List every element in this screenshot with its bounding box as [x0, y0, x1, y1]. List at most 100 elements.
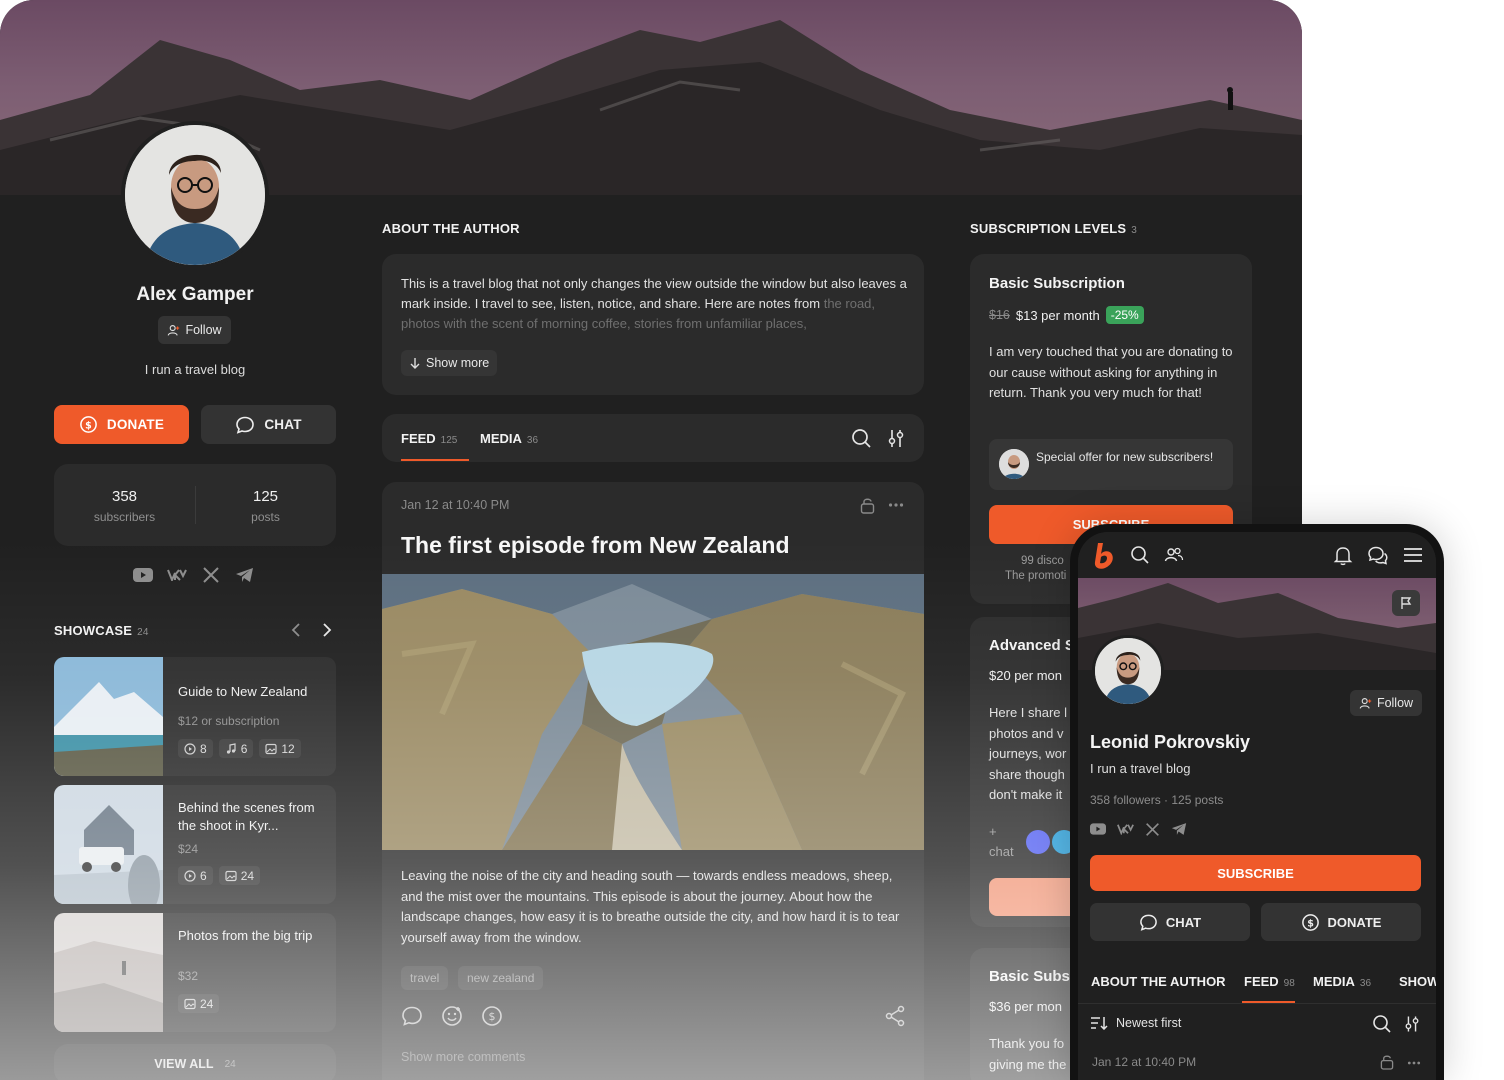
- social-links: [132, 564, 255, 585]
- svg-text:$: $: [489, 1010, 496, 1023]
- search-icon[interactable]: [851, 428, 872, 454]
- tab-about-author[interactable]: ABOUT THE AUTHOR: [1091, 974, 1226, 989]
- vk-icon[interactable]: [166, 564, 187, 585]
- old-price: $16: [989, 308, 1010, 322]
- post-tag[interactable]: new zealand: [458, 966, 544, 990]
- vk-icon[interactable]: [1117, 822, 1134, 842]
- follow-button[interactable]: Follow: [158, 316, 231, 344]
- mobile-device-frame: Follow Leonid Pokrovskiy I run a travel …: [1070, 524, 1444, 1080]
- showcase-item[interactable]: Guide to New Zealand $12 or subscription…: [54, 657, 336, 776]
- image-icon: [265, 743, 277, 754]
- more-dots-icon[interactable]: [1406, 1056, 1422, 1074]
- show-more-comments-link[interactable]: Show more comments: [401, 1050, 525, 1064]
- report-flag-icon[interactable]: [1392, 590, 1420, 616]
- image-count-value: 24: [200, 996, 214, 1011]
- mobile-donate-button[interactable]: $ DONATE: [1261, 903, 1421, 941]
- showcase-item[interactable]: Photos from the big trip $32 24: [54, 913, 336, 1032]
- image-count: 24: [218, 866, 261, 885]
- show-more-label: Show more: [426, 356, 490, 370]
- tab-media-label: MEDIA: [1313, 974, 1355, 989]
- mobile-chat-button[interactable]: CHAT: [1090, 903, 1250, 941]
- subscription-name: Basic Subs: [989, 968, 1070, 985]
- stat-value: 125: [252, 488, 279, 505]
- tab-feed-label: FEED: [1244, 974, 1279, 989]
- chat-button[interactable]: CHAT: [201, 405, 336, 444]
- subscription-name: Basic Subscription: [989, 275, 1125, 292]
- x-icon[interactable]: [200, 564, 221, 585]
- chevron-right-icon[interactable]: [320, 621, 334, 644]
- about-title: ABOUT THE AUTHOR: [382, 221, 520, 236]
- filter-sliders-icon[interactable]: [887, 428, 905, 454]
- audio-count: 6: [218, 739, 254, 758]
- more-dots-icon[interactable]: [888, 498, 904, 517]
- search-icon[interactable]: [1130, 545, 1150, 570]
- chevron-left-icon[interactable]: [289, 621, 303, 644]
- post-tag[interactable]: travel: [401, 966, 449, 990]
- show-more-button[interactable]: Show more: [401, 350, 498, 376]
- telegram-icon[interactable]: [1171, 822, 1187, 842]
- svg-text:$: $: [85, 420, 92, 431]
- svg-text:$: $: [1307, 918, 1314, 929]
- messages-icon[interactable]: [1367, 545, 1388, 571]
- image-icon: [225, 870, 237, 881]
- chat-bubble-icon: [236, 416, 255, 434]
- tab-feed[interactable]: FEED 125: [401, 431, 457, 446]
- about-text: This is a travel blog that not only chan…: [401, 274, 911, 334]
- view-all-button[interactable]: VIEW ALL 24: [54, 1044, 336, 1080]
- tip-coin-icon[interactable]: $: [481, 1005, 503, 1032]
- chat-label: CHAT: [264, 417, 302, 432]
- showcase-title-label: SHOWCASE: [54, 623, 133, 638]
- sort-dropdown[interactable]: Newest first: [1090, 1016, 1181, 1030]
- video-count-value: 6: [200, 868, 207, 883]
- post-date: Jan 12 at 10:40 PM: [401, 498, 510, 512]
- post-image[interactable]: [382, 574, 924, 850]
- brand-logo-icon[interactable]: [1091, 542, 1117, 575]
- coin-icon: $: [80, 416, 97, 433]
- user-plus-icon: [168, 324, 180, 336]
- post-actions: $: [401, 1005, 503, 1032]
- image-count-value: 12: [281, 741, 295, 756]
- add-reaction-icon[interactable]: [441, 1005, 463, 1032]
- mobile-follow-button[interactable]: Follow: [1350, 690, 1422, 716]
- subscriptions-count: 3: [1131, 225, 1137, 236]
- about-panel: This is a travel blog that not only chan…: [382, 254, 924, 395]
- author-avatar[interactable]: [121, 121, 269, 269]
- bell-icon[interactable]: [1333, 545, 1353, 571]
- donate-button[interactable]: $ DONATE: [54, 405, 189, 444]
- tab-media-count: 36: [1359, 978, 1372, 989]
- youtube-icon[interactable]: [132, 564, 153, 585]
- tab-feed-count: 98: [1283, 978, 1295, 989]
- tab-feed[interactable]: FEED 98: [1244, 974, 1295, 989]
- stats-panel: 358 subscribers 125 posts: [54, 464, 336, 546]
- stat-label: posts: [251, 510, 280, 524]
- filter-sliders-icon[interactable]: [1404, 1014, 1420, 1039]
- showcase-item-meta: 8 6 12: [178, 739, 301, 758]
- mobile-subscribe-button[interactable]: SUBSCRIBE: [1090, 855, 1421, 891]
- lock-icon: [1380, 1054, 1394, 1075]
- active-tab-indicator: [401, 459, 469, 461]
- discount-badge: -25%: [1105, 306, 1144, 324]
- tab-media-label: MEDIA: [480, 431, 522, 446]
- showcase-item-title: Guide to New Zealand: [178, 684, 308, 699]
- tab-media[interactable]: MEDIA 36: [1313, 974, 1371, 989]
- x-icon[interactable]: [1145, 822, 1160, 842]
- showcase-item[interactable]: Behind the scenes from the shoot in Kyr.…: [54, 785, 336, 904]
- hamburger-menu-icon[interactable]: [1403, 547, 1423, 568]
- mobile-author-avatar[interactable]: [1092, 635, 1164, 707]
- subscription-price: $20 per mon: [989, 668, 1062, 683]
- chat-perk: chat: [989, 844, 1014, 859]
- subscriptions-title-label: SUBSCRIPTION LEVELS: [970, 221, 1127, 236]
- youtube-icon[interactable]: [1090, 822, 1106, 842]
- feed-tabs: FEED 125 MEDIA 36: [382, 414, 924, 462]
- tab-media[interactable]: MEDIA 36: [480, 431, 538, 446]
- telegram-icon[interactable]: [234, 564, 255, 585]
- tab-showcase[interactable]: SHOW: [1399, 974, 1436, 989]
- search-icon[interactable]: [1372, 1014, 1392, 1039]
- users-icon[interactable]: [1164, 545, 1184, 570]
- mobile-profile-screen: Follow Leonid Pokrovskiy I run a travel …: [1078, 532, 1436, 1080]
- arrow-down-icon: [410, 358, 420, 369]
- subscription-name: Advanced S: [989, 637, 1075, 654]
- image-count-value: 24: [240, 868, 255, 883]
- comment-icon[interactable]: [401, 1005, 423, 1032]
- share-icon[interactable]: [884, 1005, 906, 1032]
